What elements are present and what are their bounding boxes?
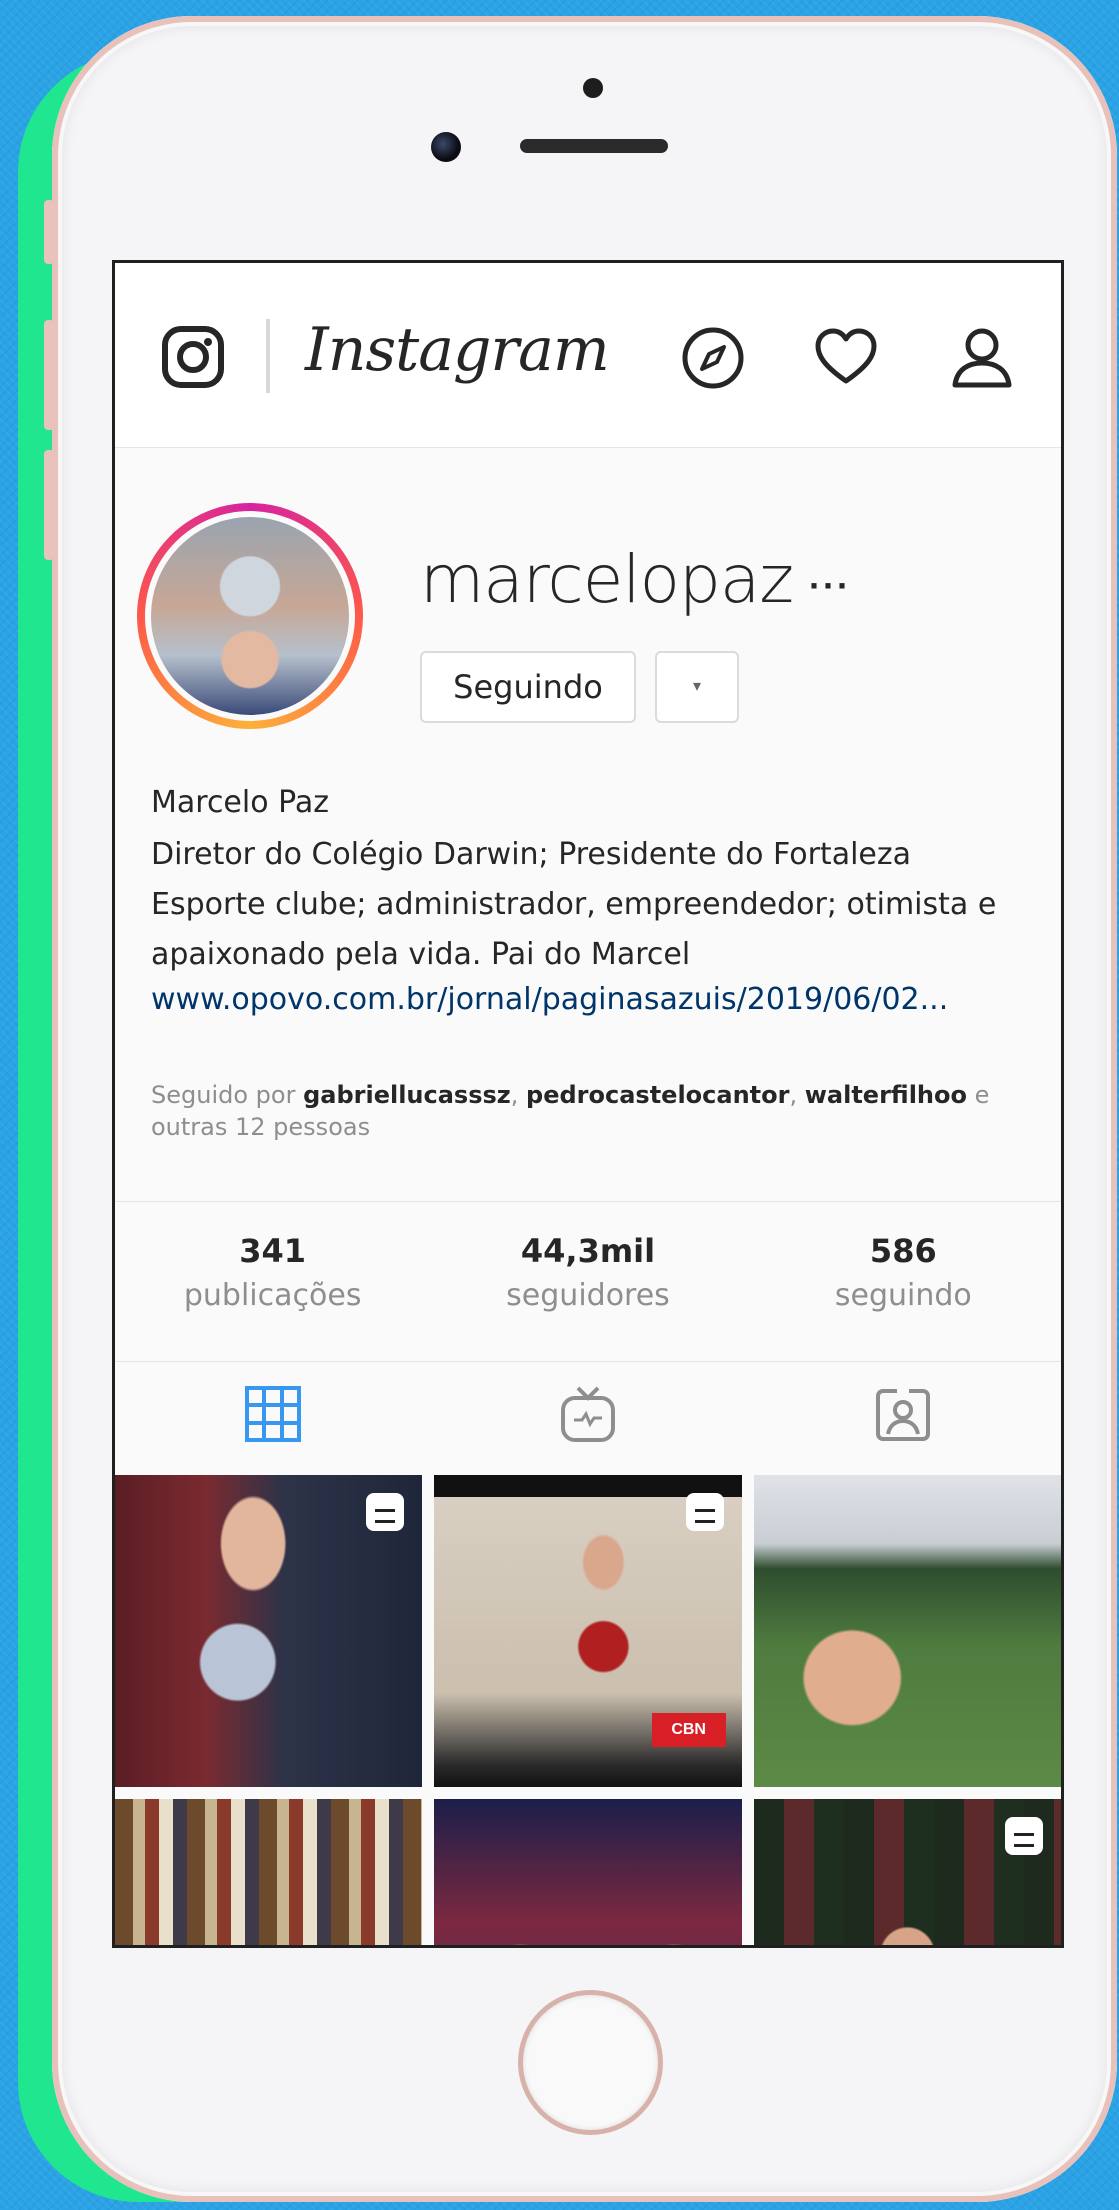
top-nav-bar: Instagram [115,263,1061,448]
front-camera [431,132,461,162]
more-options-icon[interactable]: ··· [809,565,851,607]
stat-posts-label: publicações [183,1278,362,1313]
compass-icon[interactable] [680,325,746,391]
cbn-logo: CBN [651,1713,726,1747]
grid-icon [244,1386,301,1442]
user-icon[interactable] [949,325,1015,391]
igtv-badge-icon [366,1493,405,1531]
tab-tagged[interactable] [746,1362,1061,1473]
posts-grid: CBN [115,1475,1061,1945]
instagram-wordmark[interactable]: Instagram [305,315,610,385]
profile-username: marcelopaz [420,541,794,618]
avatar [145,511,355,721]
follower-link[interactable]: pedrocastelocantor [526,1081,789,1109]
followed-by-text[interactable]: Seguido por gabriellucasssz, pedrocastel… [151,1079,1031,1143]
post-thumbnail[interactable] [753,1799,1061,1945]
stat-following-label: seguindo [834,1278,972,1313]
following-button[interactable]: Seguindo [420,651,636,723]
volume-down-button [44,450,54,560]
mute-switch [44,200,54,264]
stat-posts: 341 publicações [115,1202,430,1361]
bio-link[interactable]: www.opovo.com.br/jornal/paginasazuis/201… [151,982,1031,1017]
tab-igtv[interactable] [430,1362,745,1473]
stat-following[interactable]: 586 seguindo [746,1202,1061,1361]
stat-following-count: 586 [869,1232,937,1270]
proximity-sensor [583,78,603,98]
profile-avatar-ring[interactable] [137,503,363,729]
suggestions-dropdown-button[interactable]: ▾ [655,651,739,723]
profile-full-name: Marcelo Paz [151,785,329,820]
stat-followers[interactable]: 44,3mil seguidores [430,1202,745,1361]
earpiece-speaker [520,139,668,153]
igtv-icon [560,1386,615,1442]
volume-up-button [44,320,54,430]
post-thumbnail[interactable] [115,1475,423,1787]
stat-followers-count: 44,3mil [520,1232,656,1270]
heart-icon[interactable] [813,325,879,391]
follower-link[interactable]: walterfilhoo [805,1081,967,1109]
followed-by-prefix: Seguido por [151,1081,304,1109]
igtv-badge-icon [685,1493,724,1531]
tagged-icon [876,1388,931,1441]
post-thumbnail[interactable] [753,1475,1061,1787]
bio-text: Diretor do Colégio Darwin; Presidente do… [151,837,997,972]
profile-bio: Marcelo Paz Diretor do Colégio Darwin; P… [151,785,1031,1017]
carousel-badge-icon [1005,1817,1043,1855]
instagram-logo-icon[interactable] [161,325,225,389]
tab-posts-grid[interactable] [115,1362,430,1473]
follower-link[interactable]: gabriellucasssz [303,1081,511,1109]
header-divider [266,319,270,393]
profile-tabs [115,1361,1061,1473]
chevron-down-icon: ▾ [692,678,702,695]
stat-followers-label: seguidores [506,1278,670,1313]
profile-stats: 341 publicações 44,3mil seguidores 586 s… [115,1201,1061,1361]
home-button[interactable] [518,1990,663,2135]
post-thumbnail[interactable]: CBN [434,1475,742,1787]
stat-posts-count: 341 [239,1232,307,1270]
post-thumbnail[interactable] [434,1799,742,1945]
phone-screen: Instagram marcelopaz ··· Seguindo ▾ Marc… [112,260,1064,1948]
post-thumbnail[interactable] [115,1799,423,1945]
